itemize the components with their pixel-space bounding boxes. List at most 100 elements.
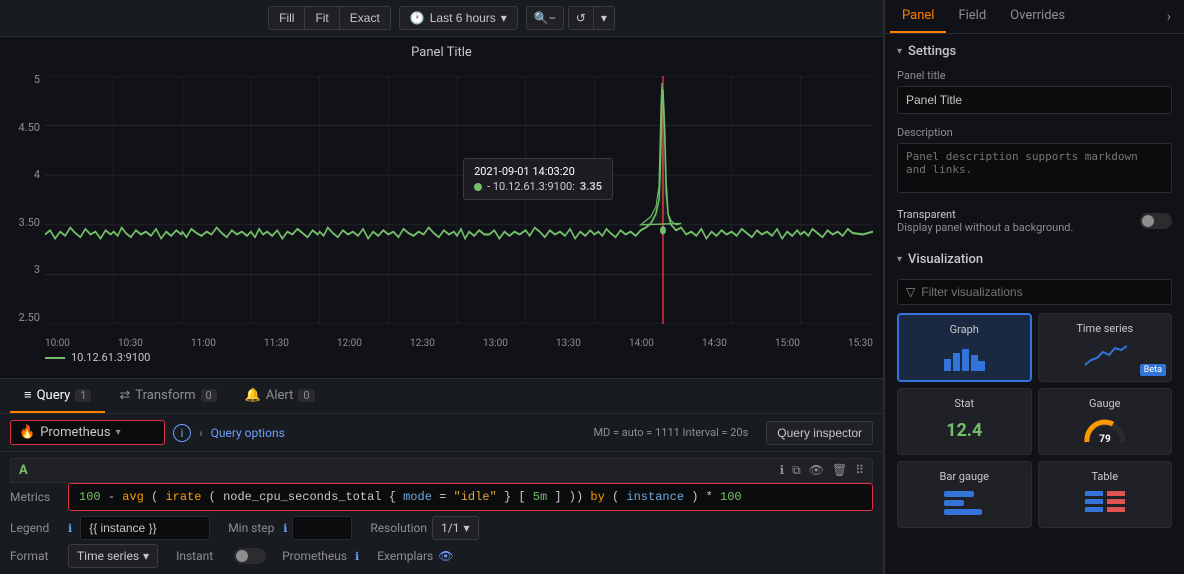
bar-gauge-icon: [942, 487, 986, 519]
viz-card-table[interactable]: Table: [1038, 461, 1173, 528]
svg-text:79: 79: [1099, 434, 1111, 445]
fit-button[interactable]: Fit: [305, 7, 339, 29]
viz-gauge-label: Gauge: [1089, 397, 1121, 410]
transform-icon: ⇄: [119, 388, 130, 403]
y-label-5: 5: [5, 73, 40, 86]
drag-icon[interactable]: ⠿: [855, 463, 864, 478]
time-range-label: Last 6 hours: [430, 11, 496, 25]
datasource-chevron-icon: ▾: [116, 427, 121, 438]
minstep-label: Min step: [228, 521, 278, 535]
x-label-1330: 13:30: [556, 338, 581, 349]
refresh-chevron-button[interactable]: ▾: [594, 7, 614, 29]
eye-icon[interactable]: 👁: [438, 549, 453, 563]
y-label-3: 3: [5, 263, 40, 276]
datasource-bar: 🔥 Prometheus ▾ i › Query options MD = au…: [0, 414, 883, 452]
instant-toggle[interactable]: [234, 548, 266, 564]
code-5m: 5m: [533, 490, 547, 504]
viz-filter-input[interactable]: [921, 285, 1163, 299]
x-label-1300: 13:00: [483, 338, 508, 349]
x-label-1500: 15:00: [775, 338, 800, 349]
viz-card-bar-gauge[interactable]: Bar gauge: [897, 461, 1032, 528]
beta-badge: Beta: [1140, 364, 1166, 376]
tab-query[interactable]: ≡ Query 1: [10, 379, 105, 413]
description-textarea[interactable]: [897, 143, 1172, 193]
code-eq: =: [439, 490, 446, 504]
viz-card-gauge[interactable]: Gauge 79: [1038, 388, 1173, 455]
code-range: [: [518, 490, 525, 504]
right-tab-overrides[interactable]: Overrides: [998, 0, 1077, 33]
query-tab-badge: 1: [75, 389, 91, 402]
visualization-section-header[interactable]: ▾ Visualization: [885, 242, 1184, 273]
fill-button[interactable]: Fill: [269, 7, 305, 29]
transform-tab-badge: 0: [201, 389, 217, 402]
alert-tab-label: Alert: [266, 388, 294, 403]
alert-icon: 🔔: [245, 388, 261, 403]
code-avg: avg: [122, 490, 144, 504]
transparent-info: Transparent Display panel without a back…: [897, 208, 1073, 234]
transform-tab-label: Transform: [135, 388, 195, 403]
y-label-350: 3.50: [5, 216, 40, 229]
code-by: by: [590, 490, 612, 504]
format-chevron-icon: ▾: [143, 549, 149, 563]
visualization-section-title: Visualization: [908, 252, 983, 267]
minstep-info-icon: ℹ: [283, 522, 287, 535]
minstep-input[interactable]: [292, 516, 352, 540]
minstep-group: Min step ℹ: [228, 516, 352, 540]
query-inspector-button[interactable]: Query inspector: [766, 421, 873, 445]
code-metric: node_cpu_seconds_total: [223, 490, 381, 504]
transparent-toggle[interactable]: [1140, 213, 1172, 229]
right-panel-arrow[interactable]: ›: [1159, 3, 1179, 31]
viz-card-time-series[interactable]: Time series Beta: [1038, 313, 1173, 382]
query-options-link[interactable]: Query options: [211, 426, 285, 440]
code-by-close: ): [691, 490, 698, 504]
code-by-paren: (: [612, 490, 619, 504]
viz-grid: Graph Time series: [897, 313, 1172, 528]
query-input[interactable]: 100 - avg ( irate ( node_cpu_seconds_tot…: [68, 483, 873, 511]
viz-card-graph[interactable]: Graph: [897, 313, 1032, 382]
right-tab-panel[interactable]: Panel: [890, 0, 946, 33]
resolution-value: 1/1: [441, 521, 459, 535]
viz-filter[interactable]: ▽: [897, 279, 1172, 305]
datasource-info-button[interactable]: i: [173, 424, 191, 442]
chart-container: 5 4.50 4 3.50 3 2.50: [0, 68, 883, 349]
tab-transform[interactable]: ⇄ Transform 0: [105, 380, 230, 413]
settings-section-header[interactable]: ▾ Settings: [885, 34, 1184, 65]
y-axis: 5 4.50 4 3.50 3 2.50: [0, 68, 45, 324]
viz-card-stat[interactable]: Stat 12.4: [897, 388, 1032, 455]
tab-alert[interactable]: 🔔 Alert 0: [231, 380, 329, 413]
viz-stat-label: Stat: [954, 397, 974, 410]
code-mult: *: [706, 490, 720, 504]
query-label: A: [19, 463, 28, 478]
resolution-label: Resolution: [370, 521, 427, 535]
query-header: A ℹ ⧉ 👁 🗑 ⠿: [10, 458, 873, 483]
x-label-1230: 12:30: [410, 338, 435, 349]
visualization-section: ▽ Graph Time series: [885, 273, 1184, 534]
code-paren1: (: [151, 490, 158, 504]
legend-line: [45, 357, 65, 359]
time-series-icon: [1083, 339, 1127, 371]
delete-icon[interactable]: 🗑: [832, 463, 847, 478]
exact-button[interactable]: Exact: [340, 7, 390, 29]
format-select[interactable]: Time series ▾: [68, 544, 158, 568]
legend-input[interactable]: [80, 516, 210, 540]
x-label-1200: 12:00: [337, 338, 362, 349]
toggle-viz-icon[interactable]: 👁: [809, 463, 824, 478]
zoom-out-button[interactable]: 🔍−: [526, 6, 564, 30]
query-meta: MD = auto = 1111 Interval = 20s: [593, 426, 748, 439]
duplicate-icon[interactable]: ⧉: [792, 463, 801, 478]
refresh-group: ↺ ▾: [568, 6, 615, 30]
info-icon[interactable]: ℹ: [780, 463, 785, 478]
refresh-button[interactable]: ↺: [569, 7, 594, 29]
datasource-select[interactable]: 🔥 Prometheus ▾: [10, 420, 165, 445]
transparent-row: Transparent Display panel without a back…: [885, 204, 1184, 242]
stat-icon: 12.4: [942, 414, 986, 446]
time-range-picker[interactable]: 🕐 Last 6 hours ▾: [399, 6, 518, 30]
metrics-label: Metrics: [10, 490, 60, 504]
panel-title-input[interactable]: [897, 86, 1172, 114]
right-tab-field[interactable]: Field: [946, 0, 998, 33]
resolution-select[interactable]: 1/1 ▾: [432, 516, 478, 540]
legend-row-label: Legend: [10, 521, 60, 535]
exemplars-group: Exemplars 👁: [377, 549, 453, 563]
x-label-1130: 11:30: [264, 338, 289, 349]
transparent-toggle-thumb: [1142, 215, 1154, 227]
